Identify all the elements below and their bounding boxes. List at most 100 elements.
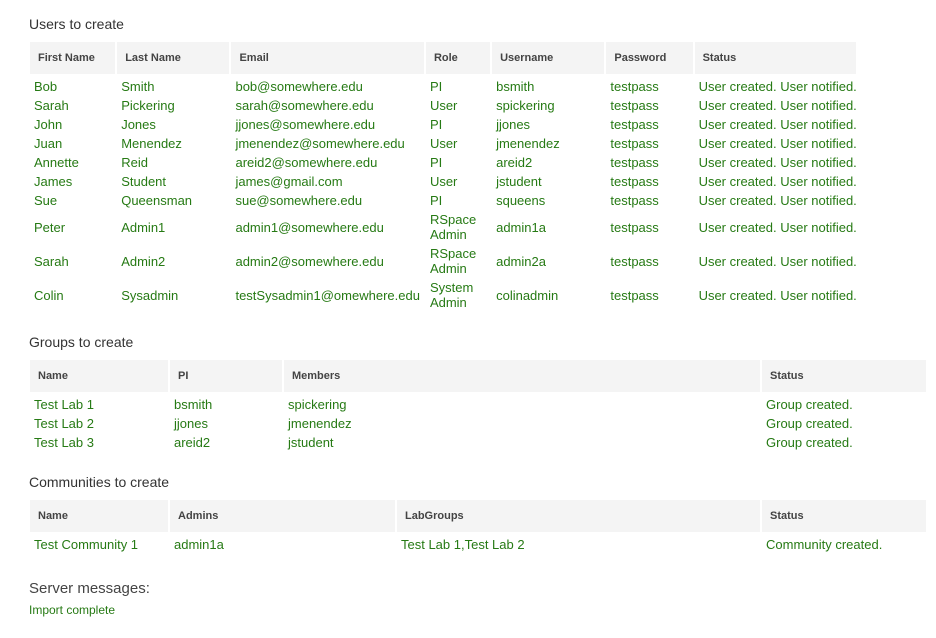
cell-last-name: Reid — [121, 155, 148, 170]
column-header-pi: PI — [170, 360, 282, 392]
cell-username: squeens — [496, 193, 546, 208]
cell-status: User created. User notified. — [698, 117, 857, 132]
column-header-name: Name — [30, 500, 168, 532]
cell-last-name: Jones — [121, 117, 156, 132]
cell-last-name: Smith — [121, 79, 155, 94]
cell-username: admin1a — [496, 219, 546, 235]
cell-members: jmenendez — [288, 416, 352, 431]
cell-email: areid2@somewhere.edu — [235, 155, 378, 170]
groups-header-row: Name PI Members Status — [30, 360, 926, 392]
users-row: Sue Queensman sue@somewhere.edu PI squeens te… — [30, 191, 857, 210]
cell-last-name: Sysadmin — [121, 287, 179, 303]
communities-section-title: Communities to create — [29, 474, 170, 490]
cell-last-name: Admin2 — [121, 253, 166, 269]
cell-last-name: Pickering — [121, 98, 175, 113]
communities-table: Name Admins LabGroups Status Test Commun… — [28, 500, 928, 554]
cell-password: testpass — [610, 219, 659, 235]
cell-password: testpass — [610, 287, 659, 303]
cell-labgroups: Test Lab 1,Test Lab 2 — [401, 537, 525, 552]
cell-email: jjones@somewhere.edu — [235, 117, 376, 132]
cell-first-name: Sue — [34, 193, 58, 208]
column-header-status: Status — [694, 42, 856, 74]
cell-status: User created. User notified. — [698, 219, 857, 235]
cell-pi: jjones — [174, 416, 208, 431]
cell-username: jjones — [496, 117, 531, 132]
cell-email: admin2@somewhere.edu — [235, 253, 384, 269]
users-row: Bob Smith bob@somewhere.edu PI bsmith testpas… — [30, 74, 857, 96]
groups-table: Name PI Members Status Test Lab 1 bsmith s… — [28, 360, 928, 452]
cell-username: colinadmin — [496, 287, 559, 303]
cell-role: PI — [429, 117, 443, 132]
column-header-first-name: First Name — [30, 42, 116, 74]
cell-first-name: Peter — [34, 219, 66, 235]
cell-status: User created. User notified. — [698, 287, 857, 303]
cell-first-name: Juan — [34, 136, 63, 151]
cell-status: User created. User notified. — [698, 79, 857, 94]
users-row: Annette Reid areid2@somewhere.edu PI areid2 t… — [30, 153, 857, 172]
cell-role: PI — [429, 79, 443, 94]
column-header-status: Status — [762, 500, 926, 532]
column-header-username: Username — [492, 42, 605, 74]
users-row: Sarah Admin2 admin2@somewhere.edu RSpace Ad… — [30, 244, 857, 278]
cell-admins: admin1a — [174, 537, 224, 552]
cell-name: Test Lab 1 — [34, 397, 94, 412]
users-table: First Name Last Name Email Role Username… — [28, 42, 858, 312]
column-header-email: Email — [231, 42, 424, 74]
cell-status: User created. User notified. — [698, 98, 857, 113]
cell-status: Group created. — [766, 397, 853, 412]
cell-email: james@gmail.com — [235, 174, 343, 189]
cell-password: testpass — [610, 253, 659, 269]
groups-row: Test Lab 1 bsmith spickering Group created. — [30, 392, 926, 414]
cell-status: User created. User notified. — [698, 193, 857, 208]
cell-password: testpass — [610, 155, 659, 170]
column-header-name: Name — [30, 360, 168, 392]
cell-password: testpass — [610, 98, 659, 113]
users-row: James Student james@gmail.com User jstudent t… — [30, 172, 857, 191]
cell-status: User created. User notified. — [698, 174, 857, 189]
communities-header-row: Name Admins LabGroups Status — [30, 500, 926, 532]
cell-name: Test Lab 3 — [34, 435, 94, 450]
cell-first-name: James — [34, 174, 73, 189]
cell-status: User created. User notified. — [698, 136, 857, 151]
cell-role: User — [429, 174, 458, 189]
server-message: Import complete — [29, 603, 116, 617]
cell-role: RSpace Admin — [429, 246, 477, 276]
cell-pi: bsmith — [174, 397, 213, 412]
groups-row: Test Lab 3 areid2 jstudent Group created. — [30, 433, 926, 452]
groups-section-title: Groups to create — [29, 334, 134, 350]
column-header-password: Password — [606, 42, 693, 74]
cell-status: Group created. — [766, 416, 853, 431]
cell-last-name: Menendez — [121, 136, 182, 151]
users-row: Juan Menendez jmenendez@somewhere.edu User j… — [30, 134, 857, 153]
groups-row: Test Lab 2 jjones jmenendez Group created. — [30, 414, 926, 433]
cell-username: spickering — [496, 98, 555, 113]
cell-password: testpass — [610, 117, 659, 132]
cell-username: jstudent — [496, 174, 542, 189]
communities-row: Test Community 1 admin1a Test Lab 1,Test L… — [30, 532, 926, 554]
cell-password: testpass — [610, 136, 659, 151]
users-row: John Jones jjones@somewhere.edu PI jjones tes… — [30, 115, 857, 134]
cell-role: RSpace Admin — [429, 212, 477, 242]
cell-username: areid2 — [496, 155, 533, 170]
users-section-title: Users to create — [29, 16, 124, 32]
cell-email: testSysadmin1@omewhere.edu — [235, 287, 420, 303]
cell-first-name: Colin — [34, 287, 64, 303]
cell-email: bob@somewhere.edu — [235, 79, 363, 94]
cell-role: PI — [429, 155, 443, 170]
cell-first-name: Annette — [34, 155, 79, 170]
column-header-last-name: Last Name — [117, 42, 230, 74]
cell-email: admin1@somewhere.edu — [235, 219, 384, 235]
cell-first-name: Bob — [34, 79, 58, 94]
cell-password: testpass — [610, 174, 659, 189]
cell-email: sue@somewhere.edu — [235, 193, 363, 208]
cell-name: Test Lab 2 — [34, 416, 94, 431]
cell-password: testpass — [610, 79, 659, 94]
cell-role: System Admin — [429, 280, 474, 310]
cell-email: jmenendez@somewhere.edu — [235, 136, 405, 151]
column-header-status: Status — [762, 360, 926, 392]
cell-first-name: Sarah — [34, 253, 69, 269]
cell-members: jstudent — [288, 435, 334, 450]
cell-username: bsmith — [496, 79, 535, 94]
column-header-admins: Admins — [170, 500, 395, 532]
cell-password: testpass — [610, 193, 659, 208]
